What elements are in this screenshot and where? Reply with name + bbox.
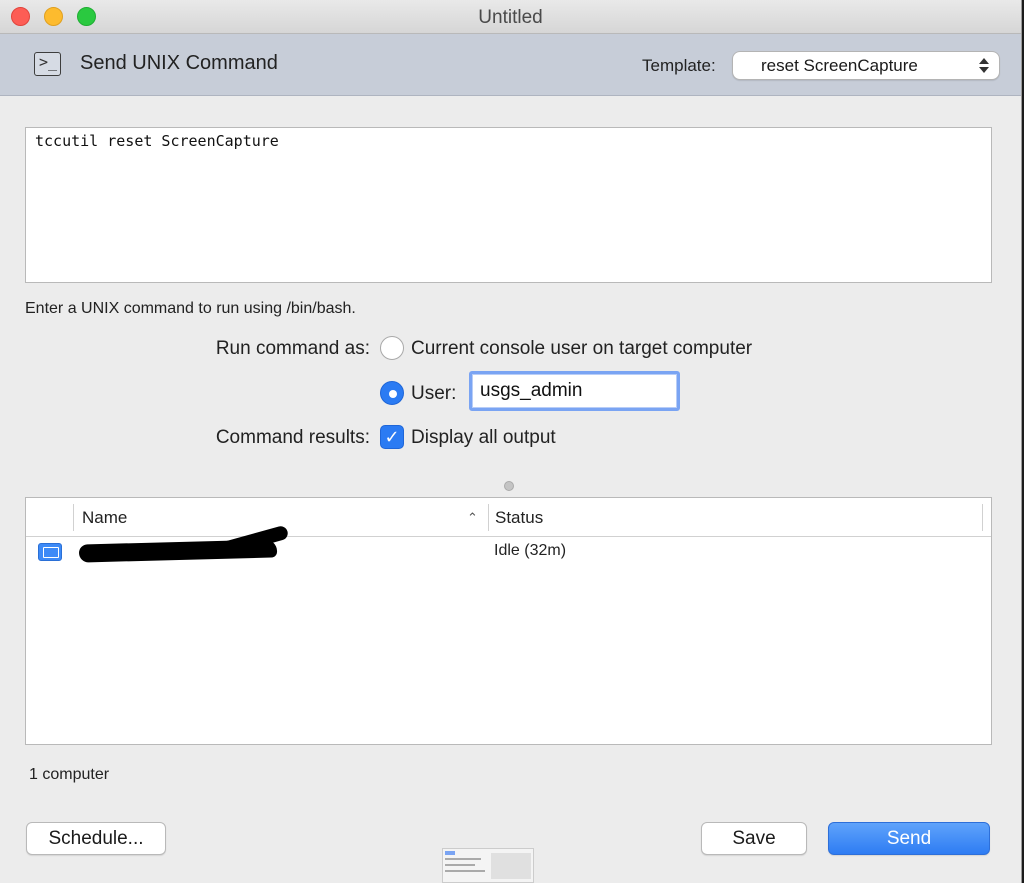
template-label: Template: xyxy=(642,56,716,75)
send-unix-command-window: Untitled >_ Send UNIX Command Template: … xyxy=(0,0,1022,883)
window-title: Untitled xyxy=(478,7,543,28)
command-text: tccutil reset ScreenCapture xyxy=(35,132,279,150)
command-textarea[interactable]: tccutil reset ScreenCapture xyxy=(25,127,992,283)
radio-specific-user-label[interactable]: User: xyxy=(411,383,456,405)
radio-specific-user[interactable] xyxy=(380,381,404,405)
chevron-updown-icon xyxy=(979,56,989,76)
computers-table: Name ⌃ Status Idle (32m) xyxy=(25,497,992,745)
command-results-label: Command results: xyxy=(215,427,370,448)
row-status: Idle (32m) xyxy=(494,542,567,559)
run-as-label: Run command as: xyxy=(215,338,370,359)
column-separator[interactable] xyxy=(73,504,74,531)
command-title: Send UNIX Command xyxy=(80,52,278,74)
radio-console-user[interactable] xyxy=(380,336,404,360)
computer-icon xyxy=(38,543,62,561)
template-select[interactable]: reset ScreenCapture xyxy=(732,51,1000,80)
command-header: >_ Send UNIX Command Template: reset Scr… xyxy=(0,34,1021,96)
computer-count: 1 computer xyxy=(29,766,110,783)
user-field[interactable] xyxy=(472,374,677,408)
redacted-name xyxy=(78,524,290,563)
thumbnail-preview xyxy=(442,848,534,883)
template-value: reset ScreenCapture xyxy=(761,56,918,75)
terminal-icon: >_ xyxy=(34,52,61,76)
radio-console-user-label[interactable]: Current console user on target computer xyxy=(411,338,752,360)
column-header-name[interactable]: Name xyxy=(82,508,127,528)
column-header-status[interactable]: Status xyxy=(495,508,543,528)
display-output-label[interactable]: Display all output xyxy=(411,427,556,449)
title-bar[interactable]: Untitled xyxy=(0,0,1021,34)
split-view-handle[interactable] xyxy=(504,481,514,491)
user-field-wrapper xyxy=(469,371,680,411)
table-header: Name ⌃ Status xyxy=(26,498,991,537)
save-button[interactable]: Save xyxy=(701,822,807,855)
sort-ascending-icon[interactable]: ⌃ xyxy=(467,510,478,526)
table-row[interactable]: Idle (32m) xyxy=(26,524,991,565)
display-output-checkbox[interactable]: ✓ xyxy=(380,425,404,449)
send-button[interactable]: Send xyxy=(828,822,990,855)
schedule-button[interactable]: Schedule... xyxy=(26,822,166,855)
column-separator[interactable] xyxy=(488,504,489,531)
command-hint: Enter a UNIX command to run using /bin/b… xyxy=(25,300,356,317)
column-separator[interactable] xyxy=(982,504,983,531)
